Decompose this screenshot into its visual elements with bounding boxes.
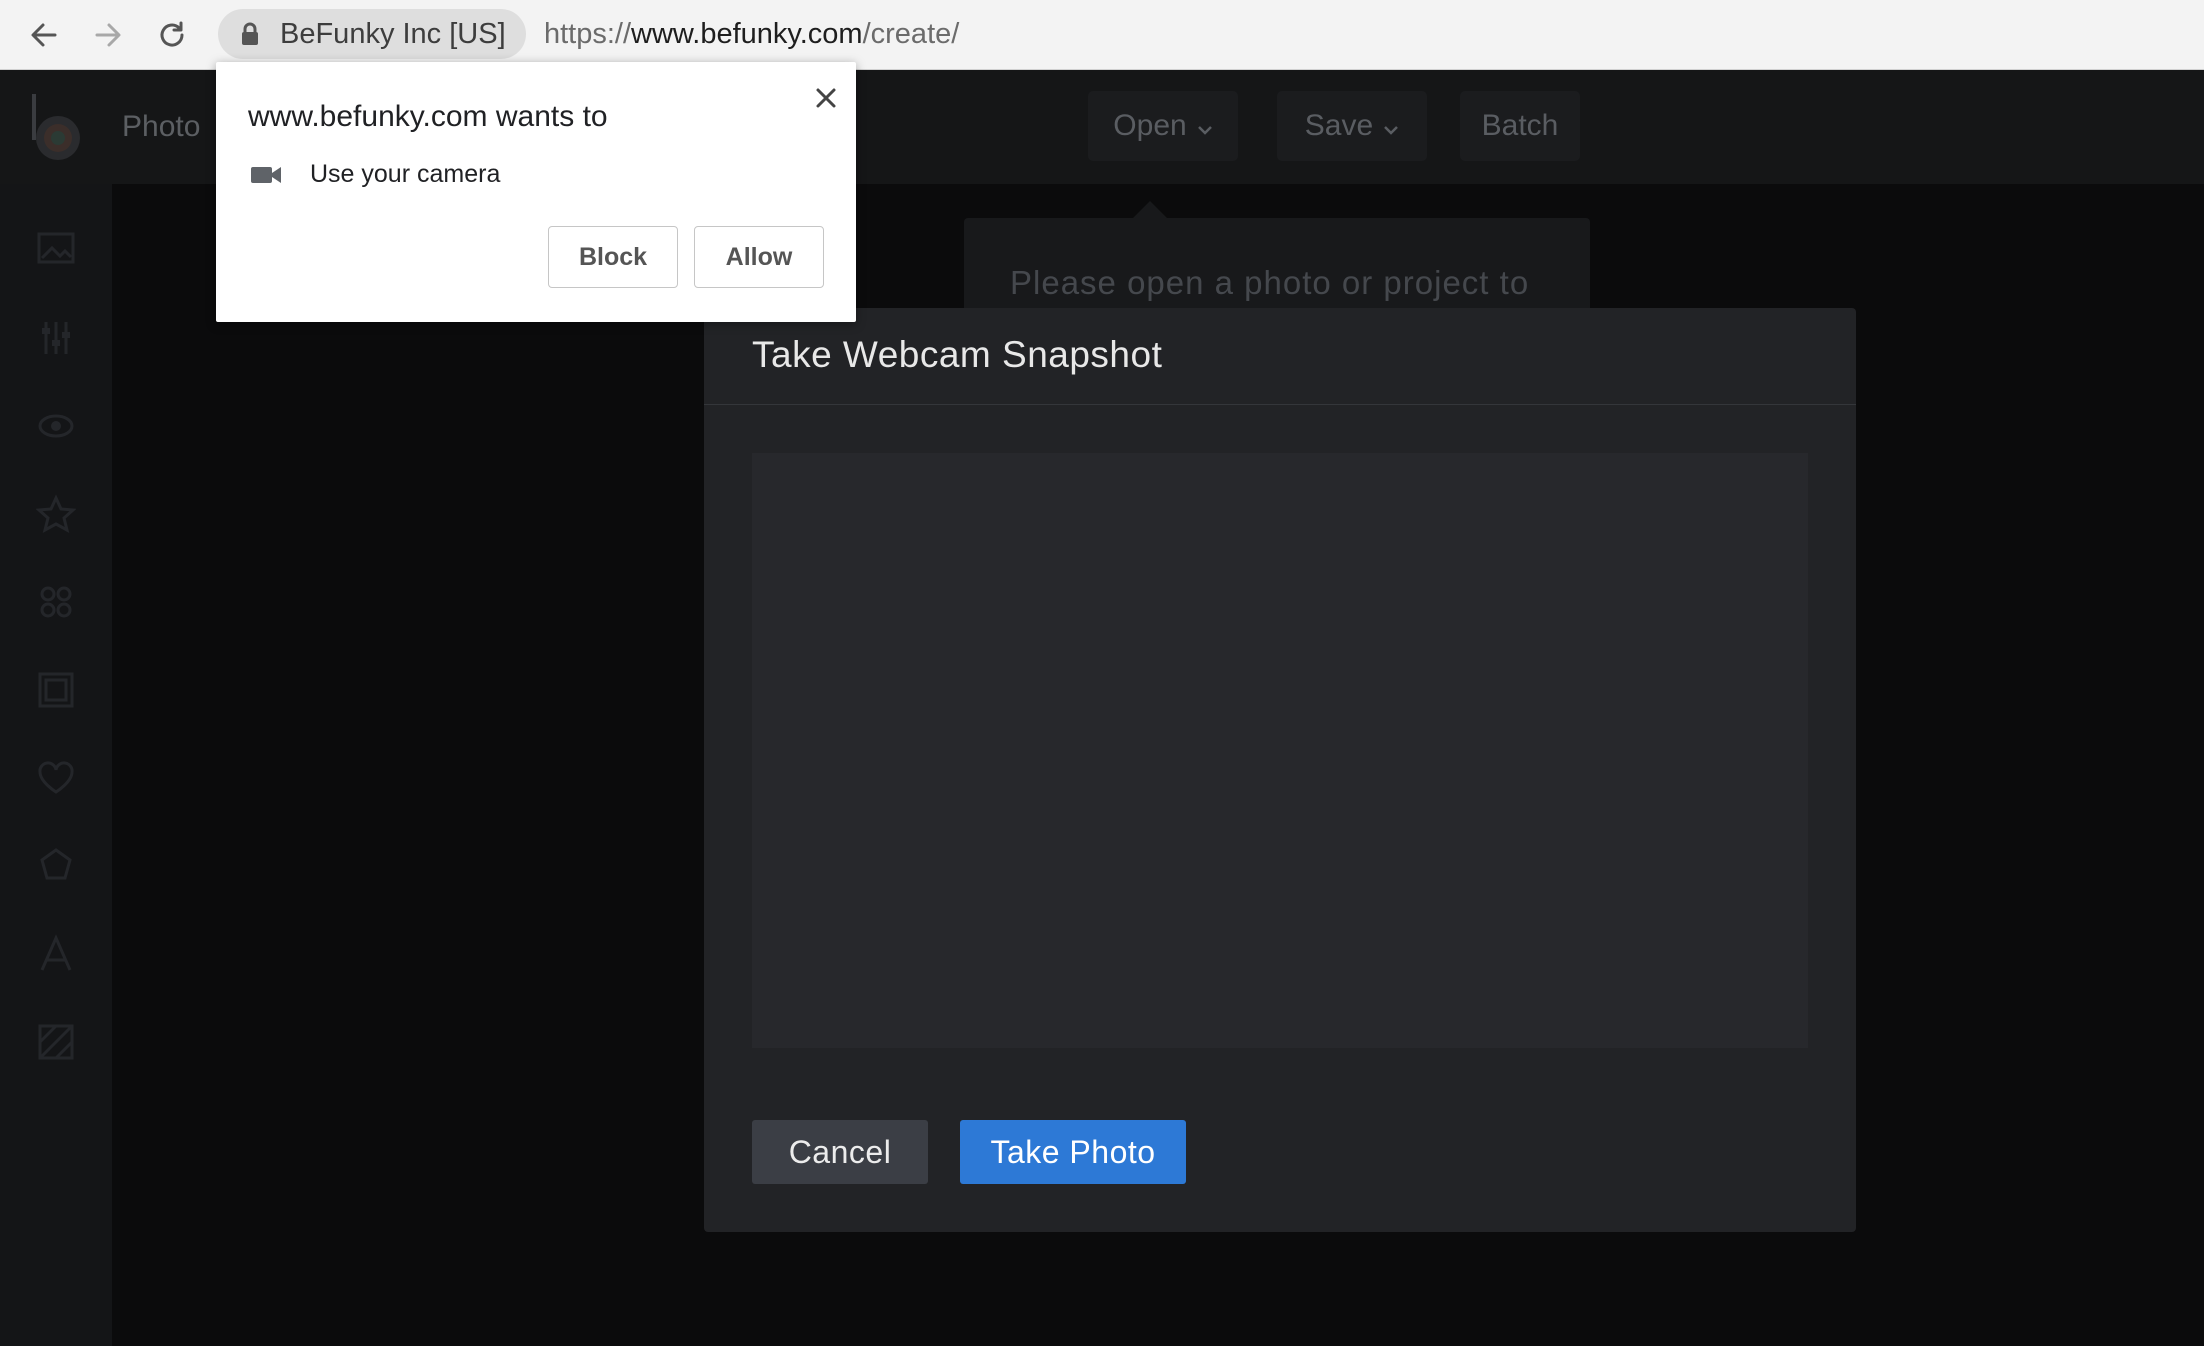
lock-icon [240, 22, 260, 46]
url-host: www.befunky.com [631, 18, 863, 50]
site-identity-chip[interactable]: BeFunky Inc [US] [218, 9, 526, 59]
webcam-snapshot-dialog: Take Webcam Snapshot Cancel Take Photo [704, 308, 1856, 1232]
close-button[interactable] [808, 80, 844, 116]
tool-sidebar [0, 184, 112, 1346]
url-path: /create/ [862, 18, 960, 50]
webcam-preview [752, 453, 1808, 1048]
app-mode-title[interactable]: Photo [122, 110, 200, 144]
allow-button[interactable]: Allow [694, 226, 824, 288]
arrow-right-icon [95, 23, 121, 47]
cancel-button[interactable]: Cancel [752, 1120, 928, 1184]
dialog-header: Take Webcam Snapshot [704, 308, 1856, 405]
empty-canvas-hint-text: Please open a photo or project to [1010, 264, 1530, 301]
frame-icon[interactable] [30, 664, 82, 716]
heart-icon[interactable] [30, 752, 82, 804]
arrow-left-icon [31, 23, 57, 47]
save-menu-label: Save [1304, 109, 1374, 142]
shape-icon[interactable] [30, 840, 82, 892]
forward-button[interactable] [86, 13, 130, 57]
adjust-icon[interactable] [30, 312, 82, 364]
permission-title: www.befunky.com wants to [248, 100, 608, 133]
camera-permission-popup: www.befunky.com wants to Use your camera… [216, 62, 856, 322]
image-icon[interactable] [30, 222, 82, 274]
site-identity-label: BeFunky Inc [US] [280, 17, 506, 50]
permission-request-row: Use your camera [250, 160, 500, 189]
browser-toolbar: BeFunky Inc [US] https://www.befunky.com… [0, 0, 2204, 70]
save-menu[interactable]: Save [1277, 91, 1427, 161]
reload-button[interactable] [150, 13, 194, 57]
batch-label: Batch [1481, 109, 1559, 142]
take-photo-button[interactable]: Take Photo [960, 1120, 1186, 1184]
back-button[interactable] [22, 13, 66, 57]
address-bar-url[interactable]: https://www.befunky.com/create/ [544, 16, 959, 52]
open-menu[interactable]: Open [1088, 91, 1238, 161]
chevron-down-icon [1383, 109, 1399, 143]
permission-request-text: Use your camera [310, 160, 501, 188]
open-menu-label: Open [1113, 109, 1187, 142]
befunky-logo[interactable] [28, 92, 84, 164]
camera-icon [250, 164, 284, 186]
dialog-title: Take Webcam Snapshot [752, 334, 1163, 375]
reload-icon [160, 21, 184, 47]
graphics-icon[interactable] [30, 576, 82, 628]
text-icon[interactable] [30, 928, 82, 980]
url-scheme: https:// [544, 18, 632, 50]
eye-icon[interactable] [30, 400, 82, 452]
close-icon [816, 88, 836, 108]
texture-icon[interactable] [30, 1016, 82, 1068]
chevron-down-icon [1197, 109, 1213, 143]
batch-button[interactable]: Batch [1460, 91, 1580, 161]
block-button[interactable]: Block [548, 226, 678, 288]
star-icon[interactable] [30, 488, 82, 540]
